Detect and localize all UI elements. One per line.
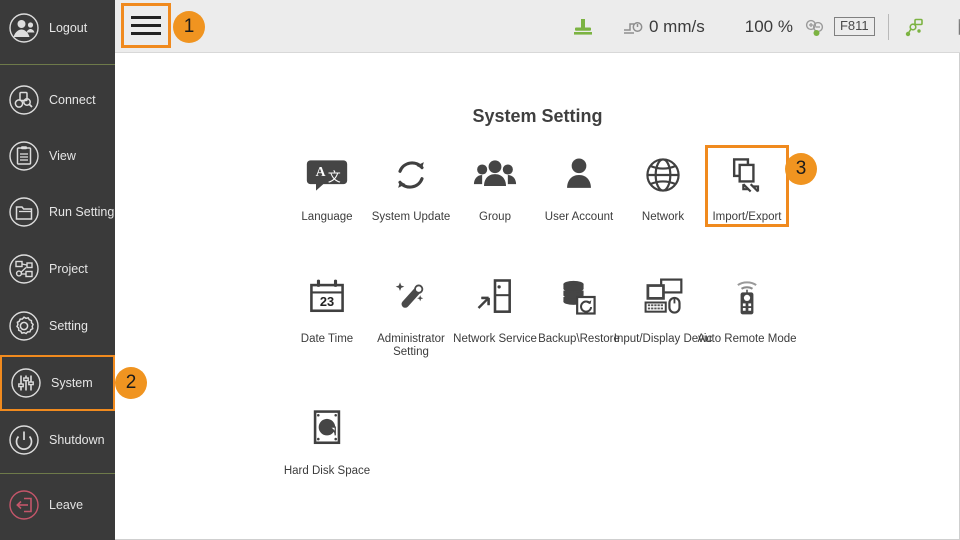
- tile-label: User Account: [544, 211, 614, 223]
- zoom-inout-icon[interactable]: [801, 14, 827, 40]
- leave-icon: [8, 489, 40, 521]
- svg-text:文: 文: [328, 169, 341, 184]
- tool-status-icon[interactable]: [570, 14, 596, 40]
- logout-icon: [8, 12, 40, 44]
- tile-date-time[interactable]: 23 Date Time: [285, 267, 369, 359]
- svg-text:A: A: [316, 164, 326, 179]
- sidebar-item-label: Project: [49, 261, 88, 276]
- sidebar-item-connect[interactable]: Connect: [0, 72, 115, 128]
- tile-network-service[interactable]: Network Service: [453, 267, 537, 359]
- robot-link-icon[interactable]: [902, 14, 928, 40]
- tile-language[interactable]: A 文 Language: [285, 145, 369, 227]
- tile-backup-restore[interactable]: Backup\Restore: [537, 267, 621, 359]
- keyboard-panel-icon[interactable]: [956, 14, 960, 40]
- zoom-value: 100 %: [744, 16, 793, 36]
- tile-label: Administrator Setting: [377, 333, 445, 358]
- tile-label: System Update: [371, 211, 451, 223]
- main-sidebar: Logout Connect View Run Setting Project …: [0, 0, 115, 540]
- sidebar-item-shutdown[interactable]: Shutdown: [0, 412, 115, 468]
- sidebar-item-label: Connect: [49, 92, 96, 107]
- hamburger-bar: [131, 24, 161, 27]
- user-account-icon: [555, 151, 603, 199]
- tile-label: Import/Export: [712, 211, 782, 223]
- tile-network[interactable]: Network: [621, 145, 705, 227]
- hard-disk-space-icon: [303, 405, 351, 453]
- date-time-icon: 23: [303, 273, 351, 321]
- administrator-setting-icon: [387, 273, 435, 321]
- backup-restore-icon: [555, 273, 603, 321]
- toolbar-divider: [887, 13, 889, 40]
- group-icon: [471, 151, 519, 199]
- input-display-device-icon: [639, 273, 687, 321]
- view-icon: [8, 140, 40, 172]
- language-icon: A 文: [303, 151, 351, 199]
- tile-label: Network Service: [453, 333, 537, 345]
- sidebar-item-label: View: [49, 148, 76, 163]
- hamburger-bar: [131, 16, 161, 19]
- tile-input-display-device[interactable]: Input/Display Devic: [614, 267, 712, 359]
- application-window: Logout Connect View Run Setting Project …: [0, 0, 960, 540]
- hamburger-bar: [131, 32, 161, 35]
- page-title: System Setting: [472, 106, 603, 126]
- system-update-icon: [387, 151, 435, 199]
- sidebar-item-setting[interactable]: Setting: [0, 298, 115, 354]
- power-icon: [8, 424, 40, 456]
- top-toolbar: 0 mm/s 100 % F811: [115, 0, 960, 53]
- frame-indicator[interactable]: F811: [833, 16, 875, 37]
- main-content-area: System Setting A 文 Language System Updat…: [115, 53, 960, 540]
- tile-label: Auto Remote Mode: [697, 333, 797, 345]
- tile-system-update[interactable]: System Update: [369, 145, 453, 227]
- gear-icon: [8, 310, 40, 342]
- callout-badge-2: 2: [115, 367, 147, 399]
- settings-grid: A 文 Language System Update Group User Ac…: [283, 145, 885, 478]
- sidebar-item-label: Setting: [49, 318, 88, 333]
- sidebar-item-label: Logout: [49, 20, 88, 35]
- sidebar-separator-top: [0, 64, 115, 65]
- sidebar-item-label: System: [51, 375, 93, 390]
- settings-row-2: 23 Date Time Administrator Setting Netwo…: [285, 267, 885, 359]
- sliders-icon: [10, 367, 42, 399]
- sidebar-item-project[interactable]: Project: [0, 241, 115, 297]
- sidebar-item-run-setting[interactable]: Run Setting: [0, 184, 115, 240]
- sidebar-item-leave[interactable]: Leave: [0, 477, 115, 533]
- tile-auto-remote-mode[interactable]: Auto Remote Mode: [697, 267, 797, 359]
- tile-label: Language: [301, 211, 353, 223]
- status-indicator-group: 0 mm/s 100 % F811: [570, 0, 960, 53]
- tile-label: Hard Disk Space: [283, 465, 371, 477]
- tile-label: Network: [641, 211, 685, 223]
- network-globe-icon: [639, 151, 687, 199]
- tile-group[interactable]: Group: [453, 145, 537, 227]
- tile-label: Group: [479, 211, 511, 223]
- svg-text:23: 23: [320, 294, 334, 309]
- import-export-icon: [723, 151, 771, 199]
- tile-user-account[interactable]: User Account: [537, 145, 621, 227]
- sidebar-item-view[interactable]: View: [0, 128, 115, 184]
- tile-label: Date Time: [300, 333, 354, 345]
- speed-value: 0 mm/s: [649, 16, 705, 36]
- network-service-icon: [471, 273, 519, 321]
- settings-row-3: Hard Disk Space: [283, 399, 885, 478]
- sidebar-item-label: Shutdown: [49, 432, 105, 447]
- sidebar-item-logout[interactable]: Logout: [0, 0, 115, 56]
- project-icon: [8, 253, 40, 285]
- sidebar-item-label: Leave: [49, 497, 84, 512]
- sidebar-separator-bottom: [0, 473, 115, 474]
- callout-badge-1: 1: [173, 11, 205, 43]
- hamburger-menu-button[interactable]: [121, 3, 171, 48]
- tile-administrator-setting[interactable]: Administrator Setting: [369, 267, 453, 359]
- speed-icon: [620, 14, 646, 40]
- auto-remote-mode-icon: [723, 273, 771, 321]
- tile-import-export[interactable]: Import/Export: [705, 145, 789, 227]
- callout-badge-3: 3: [785, 153, 817, 185]
- connect-icon: [8, 84, 40, 116]
- tile-hard-disk-space[interactable]: Hard Disk Space: [283, 399, 371, 478]
- sidebar-item-label: Run Setting: [49, 204, 115, 219]
- run-setting-icon: [8, 196, 40, 228]
- sidebar-item-system[interactable]: System: [0, 355, 115, 411]
- tile-label: Backup\Restore: [538, 333, 620, 345]
